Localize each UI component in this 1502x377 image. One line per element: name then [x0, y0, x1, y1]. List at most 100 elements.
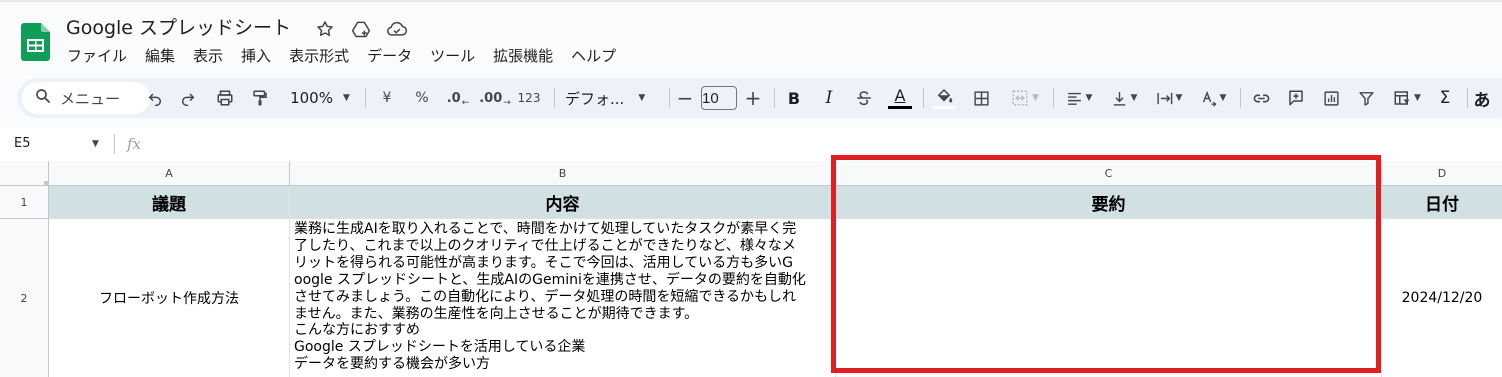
vertical-align-icon[interactable]: ▼	[1106, 78, 1142, 118]
paint-format-icon[interactable]	[248, 78, 272, 118]
cloud-status-icon[interactable]	[386, 18, 408, 40]
sum-label: Σ	[1439, 88, 1451, 108]
font-size-input[interactable]	[701, 86, 737, 110]
insert-link-icon[interactable]	[1249, 78, 1273, 118]
select-all-corner[interactable]	[0, 161, 49, 186]
menu-extensions[interactable]: 拡張機能	[484, 45, 562, 67]
content-line: こんな方におすすめ	[294, 322, 420, 339]
borders-icon[interactable]	[969, 78, 993, 118]
toolbar-divider	[554, 88, 555, 108]
chevron-down-icon: ▼	[1414, 93, 1421, 103]
cell-c2[interactable]	[836, 219, 1382, 377]
percent-format-button[interactable]: %	[410, 78, 434, 118]
row-header-2[interactable]: 2	[0, 219, 49, 377]
content-line: ません。また、業務の生産性を向上させることが期待できます。	[294, 305, 699, 322]
menu-bar: ファイル 編集 表示 挿入 表示形式 データ ツール 拡張機能 ヘルプ	[58, 45, 625, 67]
chevron-down-icon: ▼	[342, 93, 350, 103]
toolbar: メニュー 100% ▼ ¥ % .0 ← .00 → 123 デフォ... ▼ …	[17, 78, 1502, 118]
arrow-right-icon: →	[503, 98, 511, 108]
column-header-c[interactable]: C	[836, 161, 1382, 186]
increase-font-size-button[interactable]: +	[743, 78, 763, 118]
fill-color-icon[interactable]	[931, 78, 957, 118]
fx-icon: fx	[127, 135, 142, 153]
menu-insert[interactable]: 挿入	[232, 45, 280, 67]
content-line: リットを得られる可能性が高まります。そこで今回は、活用している方も多いG	[294, 254, 794, 271]
menu-search-button[interactable]: メニュー	[22, 82, 150, 114]
row-header-1[interactable]: 1	[0, 186, 49, 219]
chevron-down-icon: ▼	[1219, 93, 1227, 103]
cell-b1[interactable]: 内容	[290, 186, 836, 219]
column-header-a[interactable]: A	[49, 161, 290, 186]
functions-button[interactable]: Σ	[1433, 78, 1457, 118]
toolbar-divider	[365, 88, 366, 108]
spreadsheet-grid: A B C D 1 2 議題 内容 要約 日付 フローボット作成方法 業務に生成…	[0, 161, 1502, 377]
chevron-down-icon: ▼	[638, 93, 646, 103]
bold-button[interactable]: B	[783, 78, 805, 118]
currency-format-button[interactable]: ¥	[375, 78, 399, 118]
increase-decimal-button[interactable]: .00 →	[479, 78, 511, 118]
menu-help[interactable]: ヘルプ	[562, 45, 625, 67]
zoom-value: 100%	[290, 89, 333, 107]
chevron-down-icon[interactable]: ▼	[92, 139, 99, 149]
input-tools-label: あ	[1473, 90, 1491, 111]
cell-a2[interactable]: フローボット作成方法	[49, 219, 290, 377]
document-title[interactable]: Google スプレッドシート	[66, 16, 291, 40]
number-format-label: 123	[517, 91, 541, 105]
star-icon[interactable]	[314, 18, 336, 40]
menu-data[interactable]: データ	[358, 45, 421, 67]
content-line: データを要約する機会が多い方	[294, 356, 490, 373]
zoom-select[interactable]: 100% ▼	[285, 78, 355, 118]
decrease-decimal-button[interactable]: .0 ←	[445, 78, 471, 118]
chevron-down-icon: ▼	[1130, 93, 1138, 103]
plus-icon: +	[744, 86, 762, 110]
cell-c1[interactable]: 要約	[836, 186, 1382, 219]
font-family-select[interactable]: デフォ... ▼	[565, 78, 655, 118]
top-divider	[0, 0, 1502, 2]
more-formats-button[interactable]: 123	[515, 78, 543, 118]
content-line: 了したり、これまで以上のクオリティで仕上げることができたりなど、様々なメ	[294, 237, 796, 254]
cell-d2[interactable]: 2024/12/20	[1382, 219, 1502, 377]
menu-tools[interactable]: ツール	[421, 45, 484, 67]
italic-label: I	[825, 88, 833, 108]
decrease-font-size-button[interactable]: −	[675, 78, 695, 118]
column-header-b[interactable]: B	[290, 161, 836, 186]
menu-view[interactable]: 表示	[184, 45, 232, 67]
text-rotation-icon[interactable]: ▼	[1195, 78, 1231, 118]
filter-views-icon[interactable]: ▼	[1387, 78, 1427, 118]
merge-cells-icon[interactable]: ▼	[1005, 78, 1045, 118]
chevron-down-icon: ▼	[1175, 93, 1183, 103]
menu-file[interactable]: ファイル	[58, 45, 136, 67]
font-family-value: デフォ...	[565, 89, 625, 108]
column-header-d[interactable]: D	[1382, 161, 1502, 186]
minus-icon: −	[676, 86, 694, 110]
cell-d1[interactable]: 日付	[1382, 186, 1502, 219]
content-line: させてみましょう。この自動化により、データ処理の時間を短縮できるかもしれ	[294, 288, 797, 305]
horizontal-align-icon[interactable]: ▼	[1061, 78, 1097, 118]
insert-comment-icon[interactable]	[1284, 78, 1308, 118]
input-tools-button[interactable]: あ	[1469, 78, 1495, 118]
currency-label: ¥	[382, 90, 392, 106]
menu-format[interactable]: 表示形式	[280, 45, 358, 67]
cell-b2[interactable]: 業務に生成AIを取り入れることで、時間をかけて処理していたタスクが素早く完 了し…	[290, 219, 836, 377]
menu-edit[interactable]: 編集	[136, 45, 184, 67]
strikethrough-icon[interactable]	[852, 78, 876, 118]
undo-icon[interactable]	[144, 78, 166, 118]
redo-icon[interactable]	[177, 78, 199, 118]
text-color-swatch	[888, 106, 912, 109]
content-line: Google スプレッドシートを活用している企業	[294, 339, 586, 356]
insert-chart-icon[interactable]	[1319, 78, 1343, 118]
filter-icon[interactable]	[1354, 78, 1378, 118]
chevron-down-icon: ▼	[1032, 93, 1039, 103]
text-color-button[interactable]: A	[887, 78, 913, 118]
toolbar-divider	[774, 88, 775, 108]
name-box[interactable]: E5	[14, 136, 31, 151]
move-to-drive-icon[interactable]	[350, 18, 372, 40]
fill-color-swatch	[932, 105, 956, 109]
text-wrapping-icon[interactable]: ▼	[1151, 78, 1187, 118]
sheets-logo-icon[interactable]	[21, 23, 50, 61]
cell-a1[interactable]: 議題	[49, 186, 290, 219]
percent-label: %	[415, 90, 429, 106]
italic-button[interactable]: I	[818, 78, 840, 118]
content-line: oogle スプレッドシートと、生成AIのGeminiを連携させ、データの要約を…	[294, 271, 806, 288]
print-icon[interactable]	[213, 78, 237, 118]
